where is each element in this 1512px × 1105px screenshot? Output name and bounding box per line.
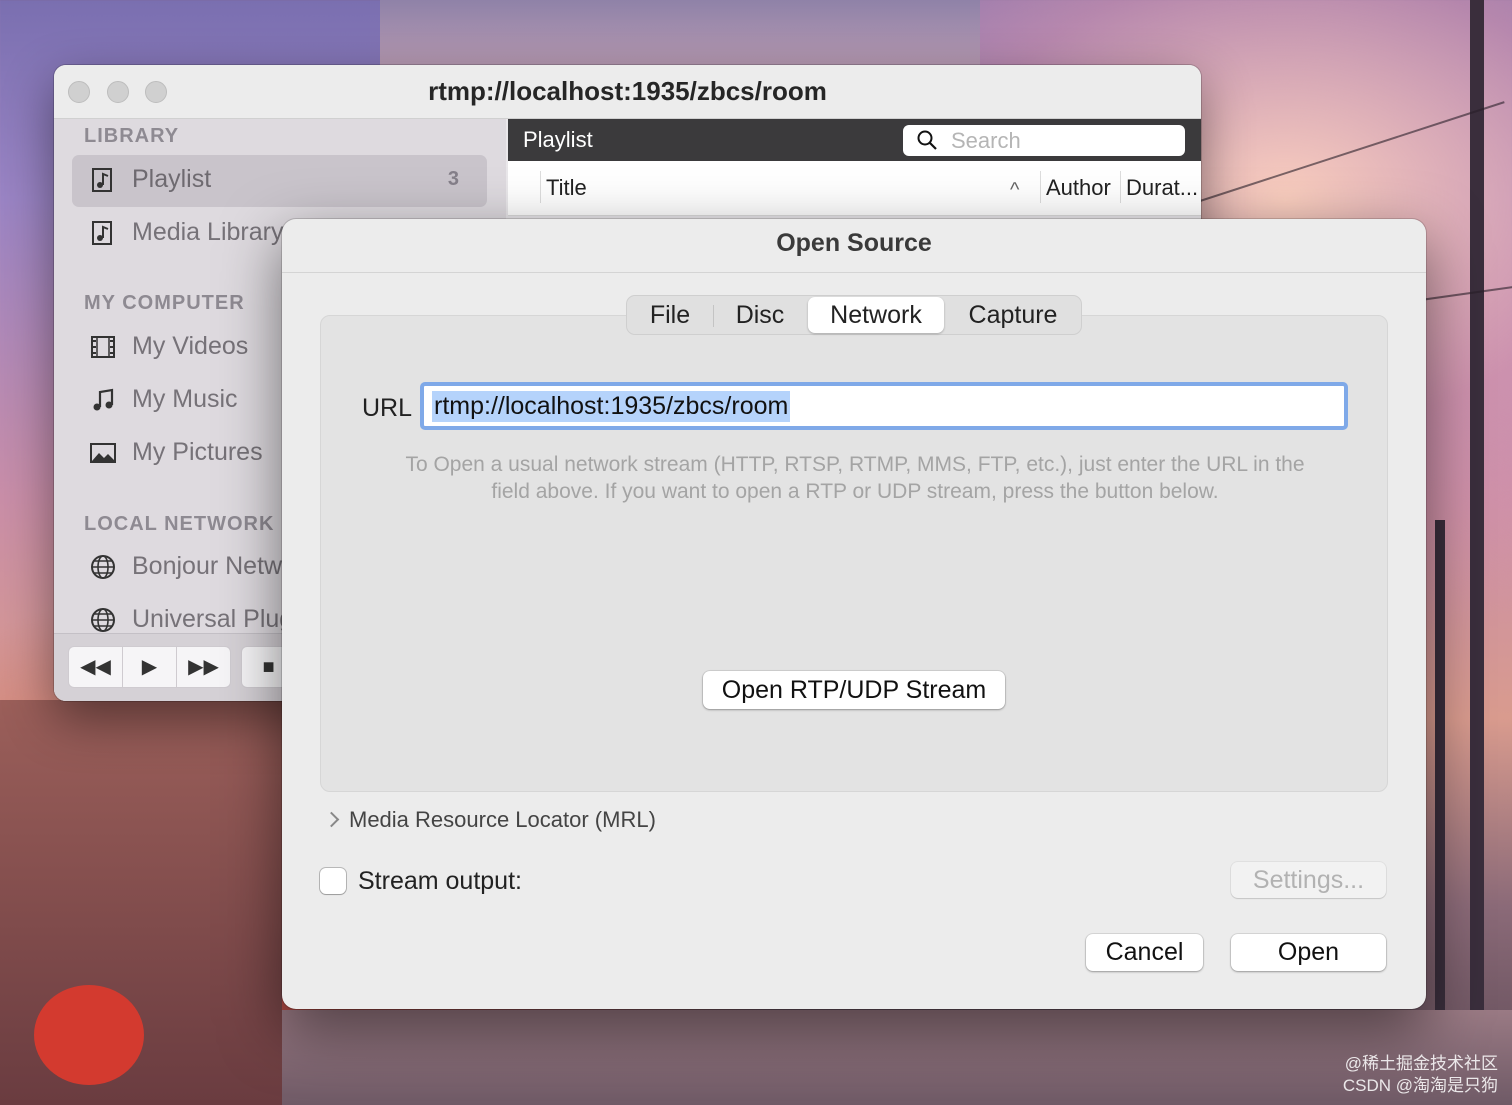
dialog-divider — [282, 272, 1426, 273]
mrl-disclosure[interactable]: Media Resource Locator (MRL) — [323, 807, 656, 833]
street — [282, 1010, 1512, 1105]
utility-pole — [1470, 0, 1484, 1105]
watermark: @稀土掘金技术社区 CSDN @淘淘是只狗 — [1343, 1053, 1498, 1097]
hint-line: field above. If you want to open a RTP o… — [491, 480, 1219, 503]
rewind-button[interactable]: ◀◀ — [68, 646, 123, 688]
hint-line: To Open a usual network stream (HTTP, RT… — [405, 453, 1305, 476]
sidebar-item-label: Playlist — [132, 165, 212, 193]
source-tabs: File Disc Network Capture — [626, 295, 1082, 335]
column-separator — [540, 171, 541, 203]
play-button[interactable]: ▶ — [122, 646, 177, 688]
open-rtp-udp-stream-button[interactable]: Open RTP/UDP Stream — [703, 671, 1005, 709]
picture-icon — [90, 440, 116, 466]
sidebar-heading-my-computer: MY COMPUTER — [84, 292, 245, 314]
mrl-disclosure-label: Media Resource Locator (MRL) — [349, 807, 656, 832]
sign-circle — [34, 985, 144, 1085]
open-source-dialog: Open Source File Disc Network Capture UR… — [282, 219, 1426, 1009]
open-button[interactable]: Open — [1231, 934, 1386, 971]
stream-output-checkbox[interactable] — [320, 868, 346, 894]
playlist-title: Playlist — [523, 127, 593, 152]
playlist-icon — [90, 167, 116, 193]
search-field[interactable]: Search — [903, 125, 1185, 156]
search-placeholder: Search — [951, 128, 1021, 153]
playlist-column-header: Title ^ Author Durat... — [508, 161, 1201, 216]
power-line — [1199, 101, 1505, 202]
chevron-right-icon — [323, 811, 340, 828]
settings-button[interactable]: Settings... — [1231, 862, 1386, 898]
network-hint-text: To Open a usual network stream (HTTP, RT… — [370, 451, 1340, 505]
music-note-icon — [90, 387, 116, 413]
network-globe-icon — [90, 607, 116, 633]
watermark-line: @稀土掘金技术社区 — [1344, 1054, 1498, 1073]
building — [380, 0, 980, 66]
film-icon — [90, 334, 116, 360]
sidebar-heading-local-network: LOCAL NETWORK — [84, 513, 275, 535]
tab-network[interactable]: Network — [808, 297, 944, 333]
stream-output-label: Stream output: — [358, 867, 522, 895]
column-author[interactable]: Author — [1046, 175, 1111, 201]
tab-disc[interactable]: Disc — [714, 296, 806, 334]
window-title: rtmp://localhost:1935/zbcs/room — [428, 76, 827, 106]
cancel-button[interactable]: Cancel — [1086, 934, 1203, 971]
column-separator — [1120, 171, 1121, 203]
column-duration[interactable]: Durat... — [1126, 175, 1198, 201]
tab-capture[interactable]: Capture — [946, 296, 1080, 334]
sidebar-item-label: My Videos — [132, 332, 249, 360]
column-title[interactable]: Title — [546, 175, 587, 201]
dialog-title: Open Source — [776, 229, 932, 257]
sort-ascending-icon: ^ — [1010, 179, 1020, 201]
column-separator — [1040, 171, 1041, 203]
playlist-header: Playlist Search — [508, 119, 1201, 161]
watermark-line: CSDN @淘淘是只狗 — [1342, 1076, 1498, 1095]
tab-file[interactable]: File — [627, 296, 713, 334]
url-input-value: rtmp://localhost:1935/zbcs/room — [432, 391, 791, 422]
window-titlebar: rtmp://localhost:1935/zbcs/room — [54, 65, 1201, 119]
sidebar-item-label: Media Library — [132, 218, 284, 246]
sidebar-item-label: My Music — [132, 385, 238, 413]
fast-forward-button[interactable]: ▶▶ — [176, 646, 231, 688]
network-globe-icon — [90, 554, 116, 580]
sidebar-heading-library: LIBRARY — [84, 125, 180, 147]
playlist-icon — [90, 220, 116, 246]
sidebar-item-playlist[interactable]: Playlist 3 — [72, 155, 487, 207]
utility-pole — [1435, 520, 1445, 1020]
playlist-count-badge: 3 — [447, 168, 459, 190]
url-input[interactable]: rtmp://localhost:1935/zbcs/room — [420, 382, 1348, 430]
sidebar-item-label: My Pictures — [132, 438, 263, 466]
url-label: URL — [362, 394, 413, 422]
search-icon — [917, 130, 937, 150]
